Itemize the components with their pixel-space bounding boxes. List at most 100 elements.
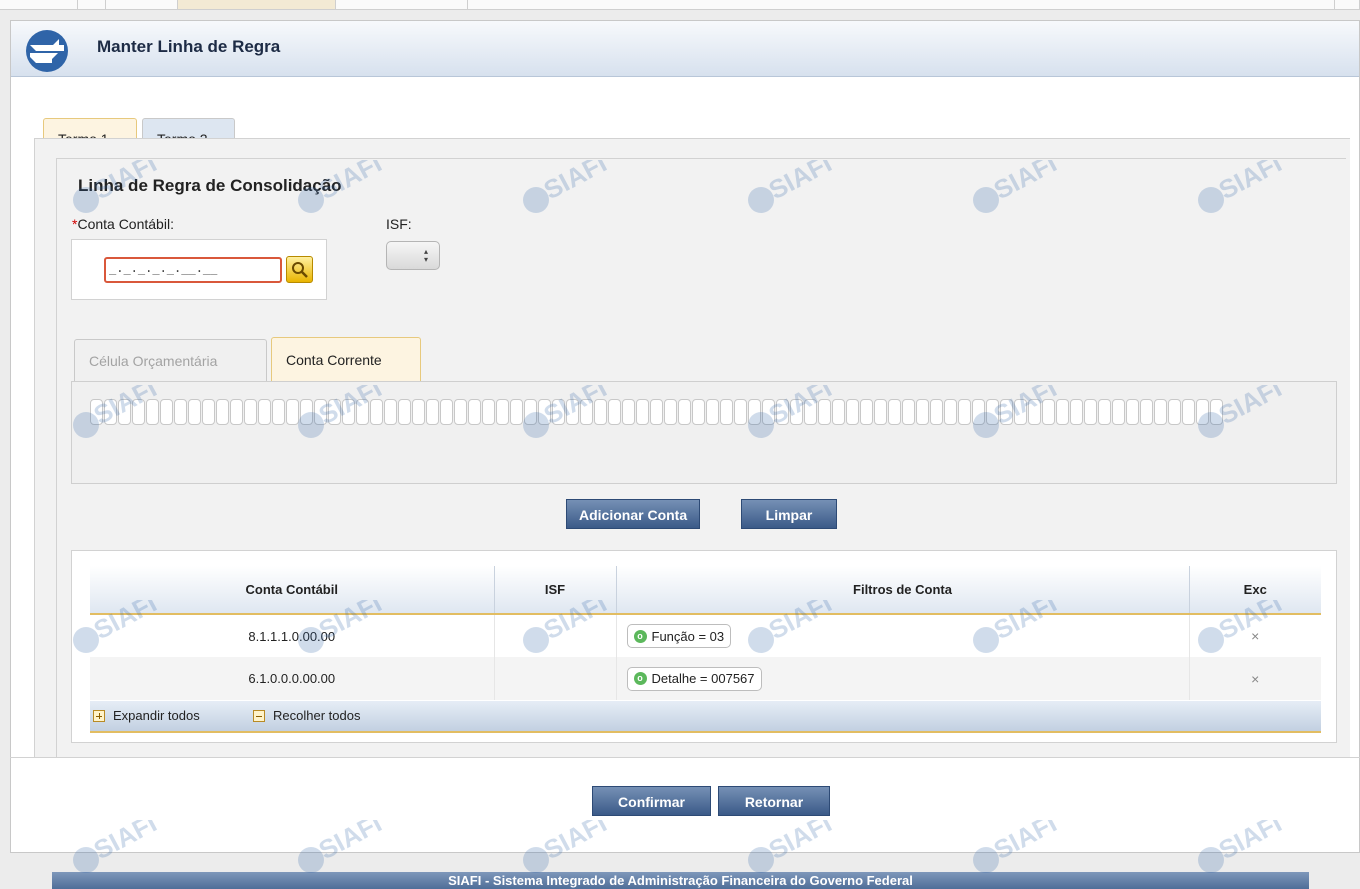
- conta-corrente-slot[interactable]: [776, 399, 789, 425]
- conta-corrente-slot[interactable]: [1196, 399, 1209, 425]
- conta-corrente-slot[interactable]: [286, 399, 299, 425]
- conta-corrente-slot[interactable]: [244, 399, 257, 425]
- conta-corrente-slot[interactable]: [1070, 399, 1083, 425]
- conta-corrente-slot[interactable]: [1098, 399, 1111, 425]
- conta-corrente-slot[interactable]: [748, 399, 761, 425]
- conta-corrente-slot[interactable]: [1112, 399, 1125, 425]
- column-header-exc[interactable]: Exc: [1188, 566, 1321, 615]
- conta-corrente-slot[interactable]: [370, 399, 383, 425]
- conta-corrente-slot[interactable]: [538, 399, 551, 425]
- conta-corrente-slot[interactable]: [930, 399, 943, 425]
- conta-corrente-slot[interactable]: [636, 399, 649, 425]
- column-header-isf[interactable]: ISF: [493, 566, 616, 615]
- conta-corrente-slot[interactable]: [1028, 399, 1041, 425]
- conta-corrente-slot[interactable]: [510, 399, 523, 425]
- conta-corrente-slot[interactable]: [384, 399, 397, 425]
- conta-corrente-slot[interactable]: [202, 399, 215, 425]
- subtab-celula-orcamentaria[interactable]: Célula Orçamentária: [74, 339, 267, 382]
- conta-corrente-slot[interactable]: [972, 399, 985, 425]
- table-row[interactable]: 6.1.0.0.0.00.00 o Detalhe = 007567 ×: [90, 657, 1321, 700]
- conta-corrente-slot[interactable]: [720, 399, 733, 425]
- conta-corrente-slot[interactable]: [846, 399, 859, 425]
- conta-corrente-slot[interactable]: [468, 399, 481, 425]
- conta-contabil-input[interactable]: _._._._._.__.__: [104, 257, 282, 283]
- conta-corrente-slot[interactable]: [1014, 399, 1027, 425]
- table-row[interactable]: 8.1.1.1.0.00.00 o Função = 03 ×: [90, 614, 1321, 657]
- conta-corrente-slot[interactable]: [482, 399, 495, 425]
- conta-corrente-slot[interactable]: [272, 399, 285, 425]
- conta-corrente-slot[interactable]: [804, 399, 817, 425]
- conta-corrente-slot[interactable]: [986, 399, 999, 425]
- conta-corrente-slot[interactable]: [356, 399, 369, 425]
- retornar-button[interactable]: Retornar: [718, 786, 830, 816]
- subtab-conta-corrente[interactable]: Conta Corrente: [271, 337, 421, 382]
- conta-corrente-slot[interactable]: [664, 399, 677, 425]
- adicionar-conta-button[interactable]: Adicionar Conta: [566, 499, 701, 529]
- conta-corrente-slot[interactable]: [398, 399, 411, 425]
- conta-corrente-slot[interactable]: [1084, 399, 1097, 425]
- conta-corrente-slot[interactable]: [146, 399, 159, 425]
- conta-corrente-slot[interactable]: [818, 399, 831, 425]
- conta-corrente-slot[interactable]: [1182, 399, 1195, 425]
- conta-corrente-slot[interactable]: [1000, 399, 1013, 425]
- delete-icon[interactable]: ×: [1251, 671, 1259, 687]
- conta-corrente-slot[interactable]: [188, 399, 201, 425]
- conta-corrente-slot[interactable]: [790, 399, 803, 425]
- conta-corrente-slot[interactable]: [1154, 399, 1167, 425]
- conta-corrente-slot[interactable]: [216, 399, 229, 425]
- conta-corrente-slot[interactable]: [622, 399, 635, 425]
- conta-corrente-slot[interactable]: [496, 399, 509, 425]
- conta-corrente-slot[interactable]: [678, 399, 691, 425]
- isf-select[interactable]: ▴ ▾: [386, 241, 440, 270]
- conta-corrente-slot[interactable]: [1056, 399, 1069, 425]
- expand-all-button[interactable]: Expandir todos: [93, 708, 200, 723]
- conta-corrente-slot[interactable]: [300, 399, 313, 425]
- conta-corrente-slot[interactable]: [342, 399, 355, 425]
- conta-corrente-slot[interactable]: [944, 399, 957, 425]
- conta-corrente-input[interactable]: [90, 399, 1320, 425]
- filter-chip[interactable]: o Detalhe = 007567: [626, 666, 762, 691]
- conta-corrente-slot[interactable]: [160, 399, 173, 425]
- conta-corrente-slot[interactable]: [832, 399, 845, 425]
- conta-corrente-slot[interactable]: [1126, 399, 1139, 425]
- conta-corrente-slot[interactable]: [566, 399, 579, 425]
- conta-corrente-slot[interactable]: [412, 399, 425, 425]
- conta-corrente-slot[interactable]: [860, 399, 873, 425]
- conta-corrente-slot[interactable]: [104, 399, 117, 425]
- delete-icon[interactable]: ×: [1251, 628, 1259, 644]
- conta-corrente-slot[interactable]: [552, 399, 565, 425]
- conta-corrente-slot[interactable]: [1168, 399, 1181, 425]
- conta-corrente-slot[interactable]: [608, 399, 621, 425]
- collapse-all-button[interactable]: Recolher todos: [253, 708, 360, 723]
- limpar-button[interactable]: Limpar: [741, 499, 837, 529]
- column-header-conta[interactable]: Conta Contábil: [90, 566, 494, 615]
- conta-corrente-slot[interactable]: [524, 399, 537, 425]
- conta-corrente-slot[interactable]: [580, 399, 593, 425]
- conta-corrente-slot[interactable]: [314, 399, 327, 425]
- conta-corrente-slot[interactable]: [328, 399, 341, 425]
- column-header-filtros[interactable]: Filtros de Conta: [615, 566, 1189, 615]
- conta-corrente-slot[interactable]: [916, 399, 929, 425]
- conta-corrente-slot[interactable]: [440, 399, 453, 425]
- conta-corrente-slot[interactable]: [132, 399, 145, 425]
- conta-corrente-slot[interactable]: [174, 399, 187, 425]
- conta-corrente-slot[interactable]: [762, 399, 775, 425]
- conta-corrente-slot[interactable]: [650, 399, 663, 425]
- conta-corrente-slot[interactable]: [706, 399, 719, 425]
- conta-corrente-slot[interactable]: [454, 399, 467, 425]
- conta-corrente-slot[interactable]: [594, 399, 607, 425]
- conta-corrente-slot[interactable]: [874, 399, 887, 425]
- conta-corrente-slot[interactable]: [426, 399, 439, 425]
- conta-corrente-slot[interactable]: [888, 399, 901, 425]
- conta-corrente-slot[interactable]: [1042, 399, 1055, 425]
- conta-corrente-slot[interactable]: [258, 399, 271, 425]
- conta-corrente-slot[interactable]: [734, 399, 747, 425]
- filter-chip[interactable]: o Função = 03: [626, 624, 732, 648]
- conta-corrente-slot[interactable]: [230, 399, 243, 425]
- conta-corrente-slot[interactable]: [902, 399, 915, 425]
- conta-corrente-slot[interactable]: [118, 399, 131, 425]
- conta-corrente-slot[interactable]: [1210, 399, 1223, 425]
- conta-corrente-slot[interactable]: [958, 399, 971, 425]
- conta-corrente-slot[interactable]: [1140, 399, 1153, 425]
- conta-corrente-slot[interactable]: [90, 399, 103, 425]
